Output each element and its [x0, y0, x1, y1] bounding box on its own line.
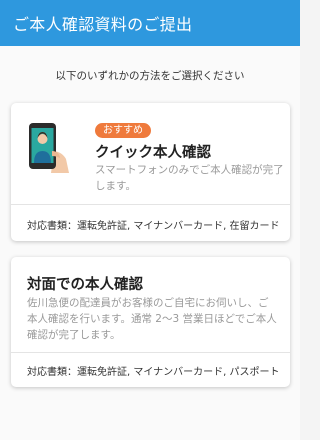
in-person-verification-description: 佐川急便の配達員がお客様のご自宅にお伺いし、ご本人確認を行います。通常 2～3 …	[27, 297, 277, 341]
instruction-text: 以下のいずれかの方法をご選択ください	[55, 70, 245, 82]
page-title: ご本人確認資料のご提出	[13, 15, 193, 34]
quick-verification-title: クイック本人確認	[95, 145, 211, 161]
main-content: 以下のいずれかの方法をご選択ください おすすめ クイック本人確認 スマートフォン…	[0, 46, 300, 440]
card-divider	[11, 352, 290, 353]
in-person-verification-title: 対面での本人確認	[27, 277, 143, 293]
card-divider	[11, 204, 290, 205]
app-header: ご本人確認資料のご提出	[0, 0, 300, 46]
quick-verification-description: スマートフォンのみでご本人確認が完了します。	[95, 164, 284, 192]
quick-verification-card[interactable]: おすすめ クイック本人確認 スマートフォンのみでご本人確認が完了します。 対応書…	[11, 103, 290, 241]
supported-documents: 対応書類：運転免許証, マイナンバーカード, パスポート	[27, 367, 280, 378]
smartphone-selfie-icon	[29, 123, 69, 173]
supported-documents: 対応書類：運転免許証, マイナンバーカード, 在留カード	[27, 221, 280, 232]
recommended-badge: おすすめ	[95, 123, 151, 138]
in-person-verification-card[interactable]: 対面での本人確認 佐川急便の配達員がお客様のご自宅にお伺いし、ご本人確認を行いま…	[11, 257, 290, 387]
